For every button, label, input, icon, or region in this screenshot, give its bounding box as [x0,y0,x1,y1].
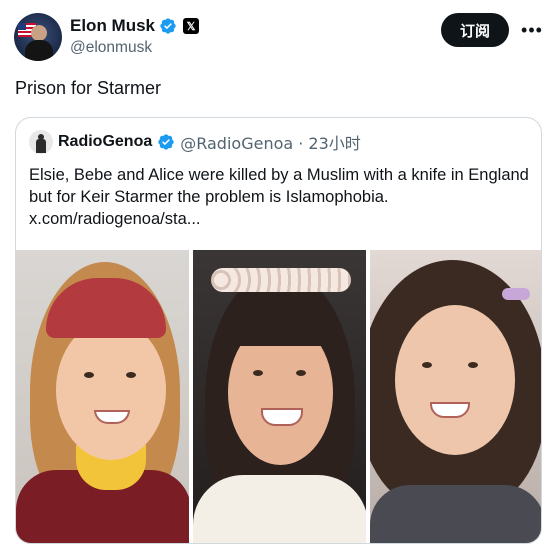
quoted-post-body: Elsie, Bebe and Alice were killed by a M… [29,166,529,206]
quoted-author-avatar [29,130,53,154]
photo-3-top [370,485,541,543]
quoted-author-handle-time: @RadioGenoa · 23小时 [180,134,361,153]
post-text: Prison for Starmer [15,78,162,98]
author-handle[interactable]: @elonmusk [70,39,152,57]
quoted-author-name: RadioGenoa [58,133,153,150]
photo-3-eye-right [468,362,478,368]
photo-2-dress [193,475,366,543]
photo-girl-2[interactable] [193,250,366,543]
author-avatar[interactable] [14,13,62,61]
quoted-post-text: Elsie, Bebe and Alice were killed by a M… [29,164,529,230]
photo-2-bangs [223,288,338,346]
photo-3-clip [502,288,530,300]
photo-2-eye-left [253,370,263,376]
author-display-name[interactable]: Elon Musk [70,16,155,36]
subscribe-button[interactable]: 订阅 [441,13,509,47]
quoted-post-link[interactable]: x.com/radiogenoa/sta... [29,208,529,230]
author-name-row: Elon Musk 𝕏 [70,15,200,37]
photo-2-smile [261,408,303,426]
verified-badge-icon [160,18,176,34]
photo-girl-3[interactable] [370,250,541,543]
more-icon[interactable]: ••• [517,18,547,42]
quoted-post-card[interactable]: RadioGenoa @RadioGenoa · 23小时 Elsie, Beb… [15,117,542,544]
photo-1-face [56,320,166,460]
photo-3-face [395,305,515,455]
photo-3-eye-left [422,362,432,368]
quoted-post-header: RadioGenoa @RadioGenoa · 23小时 [29,130,361,154]
photo-grid [16,250,541,543]
avatar-body [25,40,53,61]
photo-2-eye-right [296,370,306,376]
x-logo-icon: 𝕏 [183,18,200,34]
verified-badge-icon [158,134,174,150]
photo-girl-1[interactable] [16,250,189,543]
photo-1-eye-left [84,372,94,378]
avatar-face [31,25,47,41]
photo-1-eye-right [126,372,136,378]
post-header: Elon Musk 𝕏 @elonmusk 订阅 ••• [14,12,546,62]
photo-2-flower-crown [211,268,351,292]
